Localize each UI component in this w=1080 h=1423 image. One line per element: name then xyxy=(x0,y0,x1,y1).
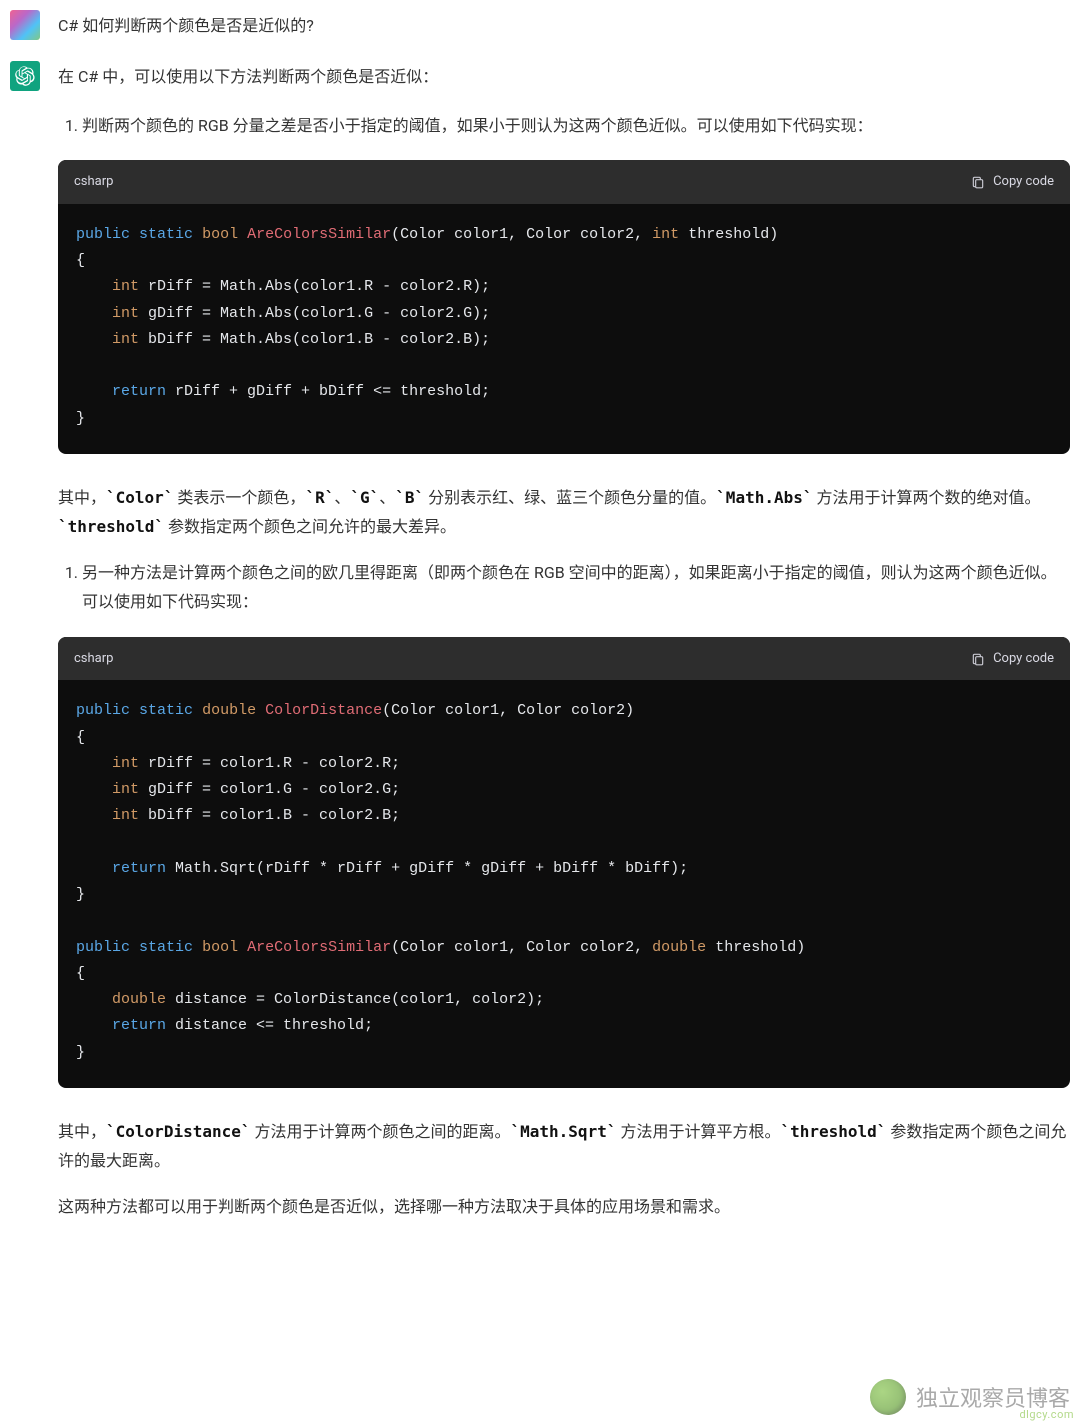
inline-code-colordistance: `ColorDistance` xyxy=(106,1122,251,1141)
code-content-2: public static double ColorDistance(Color… xyxy=(58,680,1070,1088)
code-block-1: csharp Copy code public static bool AreC… xyxy=(58,160,1070,453)
user-message-row: C# 如何判断两个颜色是否是近似的? xyxy=(0,0,1080,51)
code-lang-label: csharp xyxy=(74,647,113,670)
assistant-answer: 在 C# 中，可以使用以下方法判断两个颜色是否近似： 判断两个颜色的 RGB 分… xyxy=(58,61,1070,1240)
code-content-1: public static bool AreColorsSimilar(Colo… xyxy=(58,204,1070,454)
inline-code-r: `R` xyxy=(305,488,334,507)
code-header-2: csharp Copy code xyxy=(58,637,1070,680)
inline-code-threshold: `threshold` xyxy=(58,517,164,536)
inline-code-abs: `Math.Abs` xyxy=(716,488,812,507)
copy-icon xyxy=(971,174,985,190)
method-list-2: 另一种方法是计算两个颜色之间的欧几里得距离（即两个颜色在 RGB 空间中的距离）… xyxy=(58,559,1070,617)
copy-icon xyxy=(971,651,985,667)
code-block-2: csharp Copy code public static double Co… xyxy=(58,637,1070,1088)
copy-code-label: Copy code xyxy=(993,170,1054,193)
copy-code-label: Copy code xyxy=(993,647,1054,670)
inline-code-b: `B` xyxy=(395,488,424,507)
user-question: C# 如何判断两个颜色是否是近似的? xyxy=(58,10,1070,41)
inline-code-sqrt: `Math.Sqrt` xyxy=(511,1122,617,1141)
copy-code-button[interactable]: Copy code xyxy=(971,647,1054,670)
method-2-text: 另一种方法是计算两个颜色之间的欧几里得距离（即两个颜色在 RGB 空间中的距离）… xyxy=(82,559,1070,617)
copy-code-button[interactable]: Copy code xyxy=(971,170,1054,193)
inline-code-color: `Color` xyxy=(106,488,173,507)
explanation-2: 其中，`ColorDistance` 方法用于计算两个颜色之间的距离。`Math… xyxy=(58,1118,1070,1176)
inline-code-threshold-2: `threshold` xyxy=(780,1122,886,1141)
method-1-text: 判断两个颜色的 RGB 分量之差是否小于指定的阈值，如果小于则认为这两个颜色近似… xyxy=(82,112,1070,141)
assistant-avatar xyxy=(10,61,40,91)
explanation-1: 其中，`Color` 类表示一个颜色，`R`、`G`、`B` 分别表示红、绿、蓝… xyxy=(58,484,1070,542)
conclusion: 这两种方法都可以用于判断两个颜色是否近似，选择哪一种方法取决于具体的应用场景和需… xyxy=(58,1193,1070,1222)
watermark-logo-icon xyxy=(870,1379,906,1415)
watermark-url: dlgcy.com xyxy=(1019,1408,1074,1421)
code-header-1: csharp Copy code xyxy=(58,160,1070,203)
assistant-message-row: 在 C# 中，可以使用以下方法判断两个颜色是否近似： 判断两个颜色的 RGB 分… xyxy=(0,51,1080,1250)
answer-intro: 在 C# 中，可以使用以下方法判断两个颜色是否近似： xyxy=(58,63,1070,92)
user-avatar xyxy=(10,10,40,40)
code-lang-label: csharp xyxy=(74,170,113,193)
inline-code-g: `G` xyxy=(350,488,379,507)
openai-logo-icon xyxy=(15,66,35,86)
method-list-1: 判断两个颜色的 RGB 分量之差是否小于指定的阈值，如果小于则认为这两个颜色近似… xyxy=(58,112,1070,141)
